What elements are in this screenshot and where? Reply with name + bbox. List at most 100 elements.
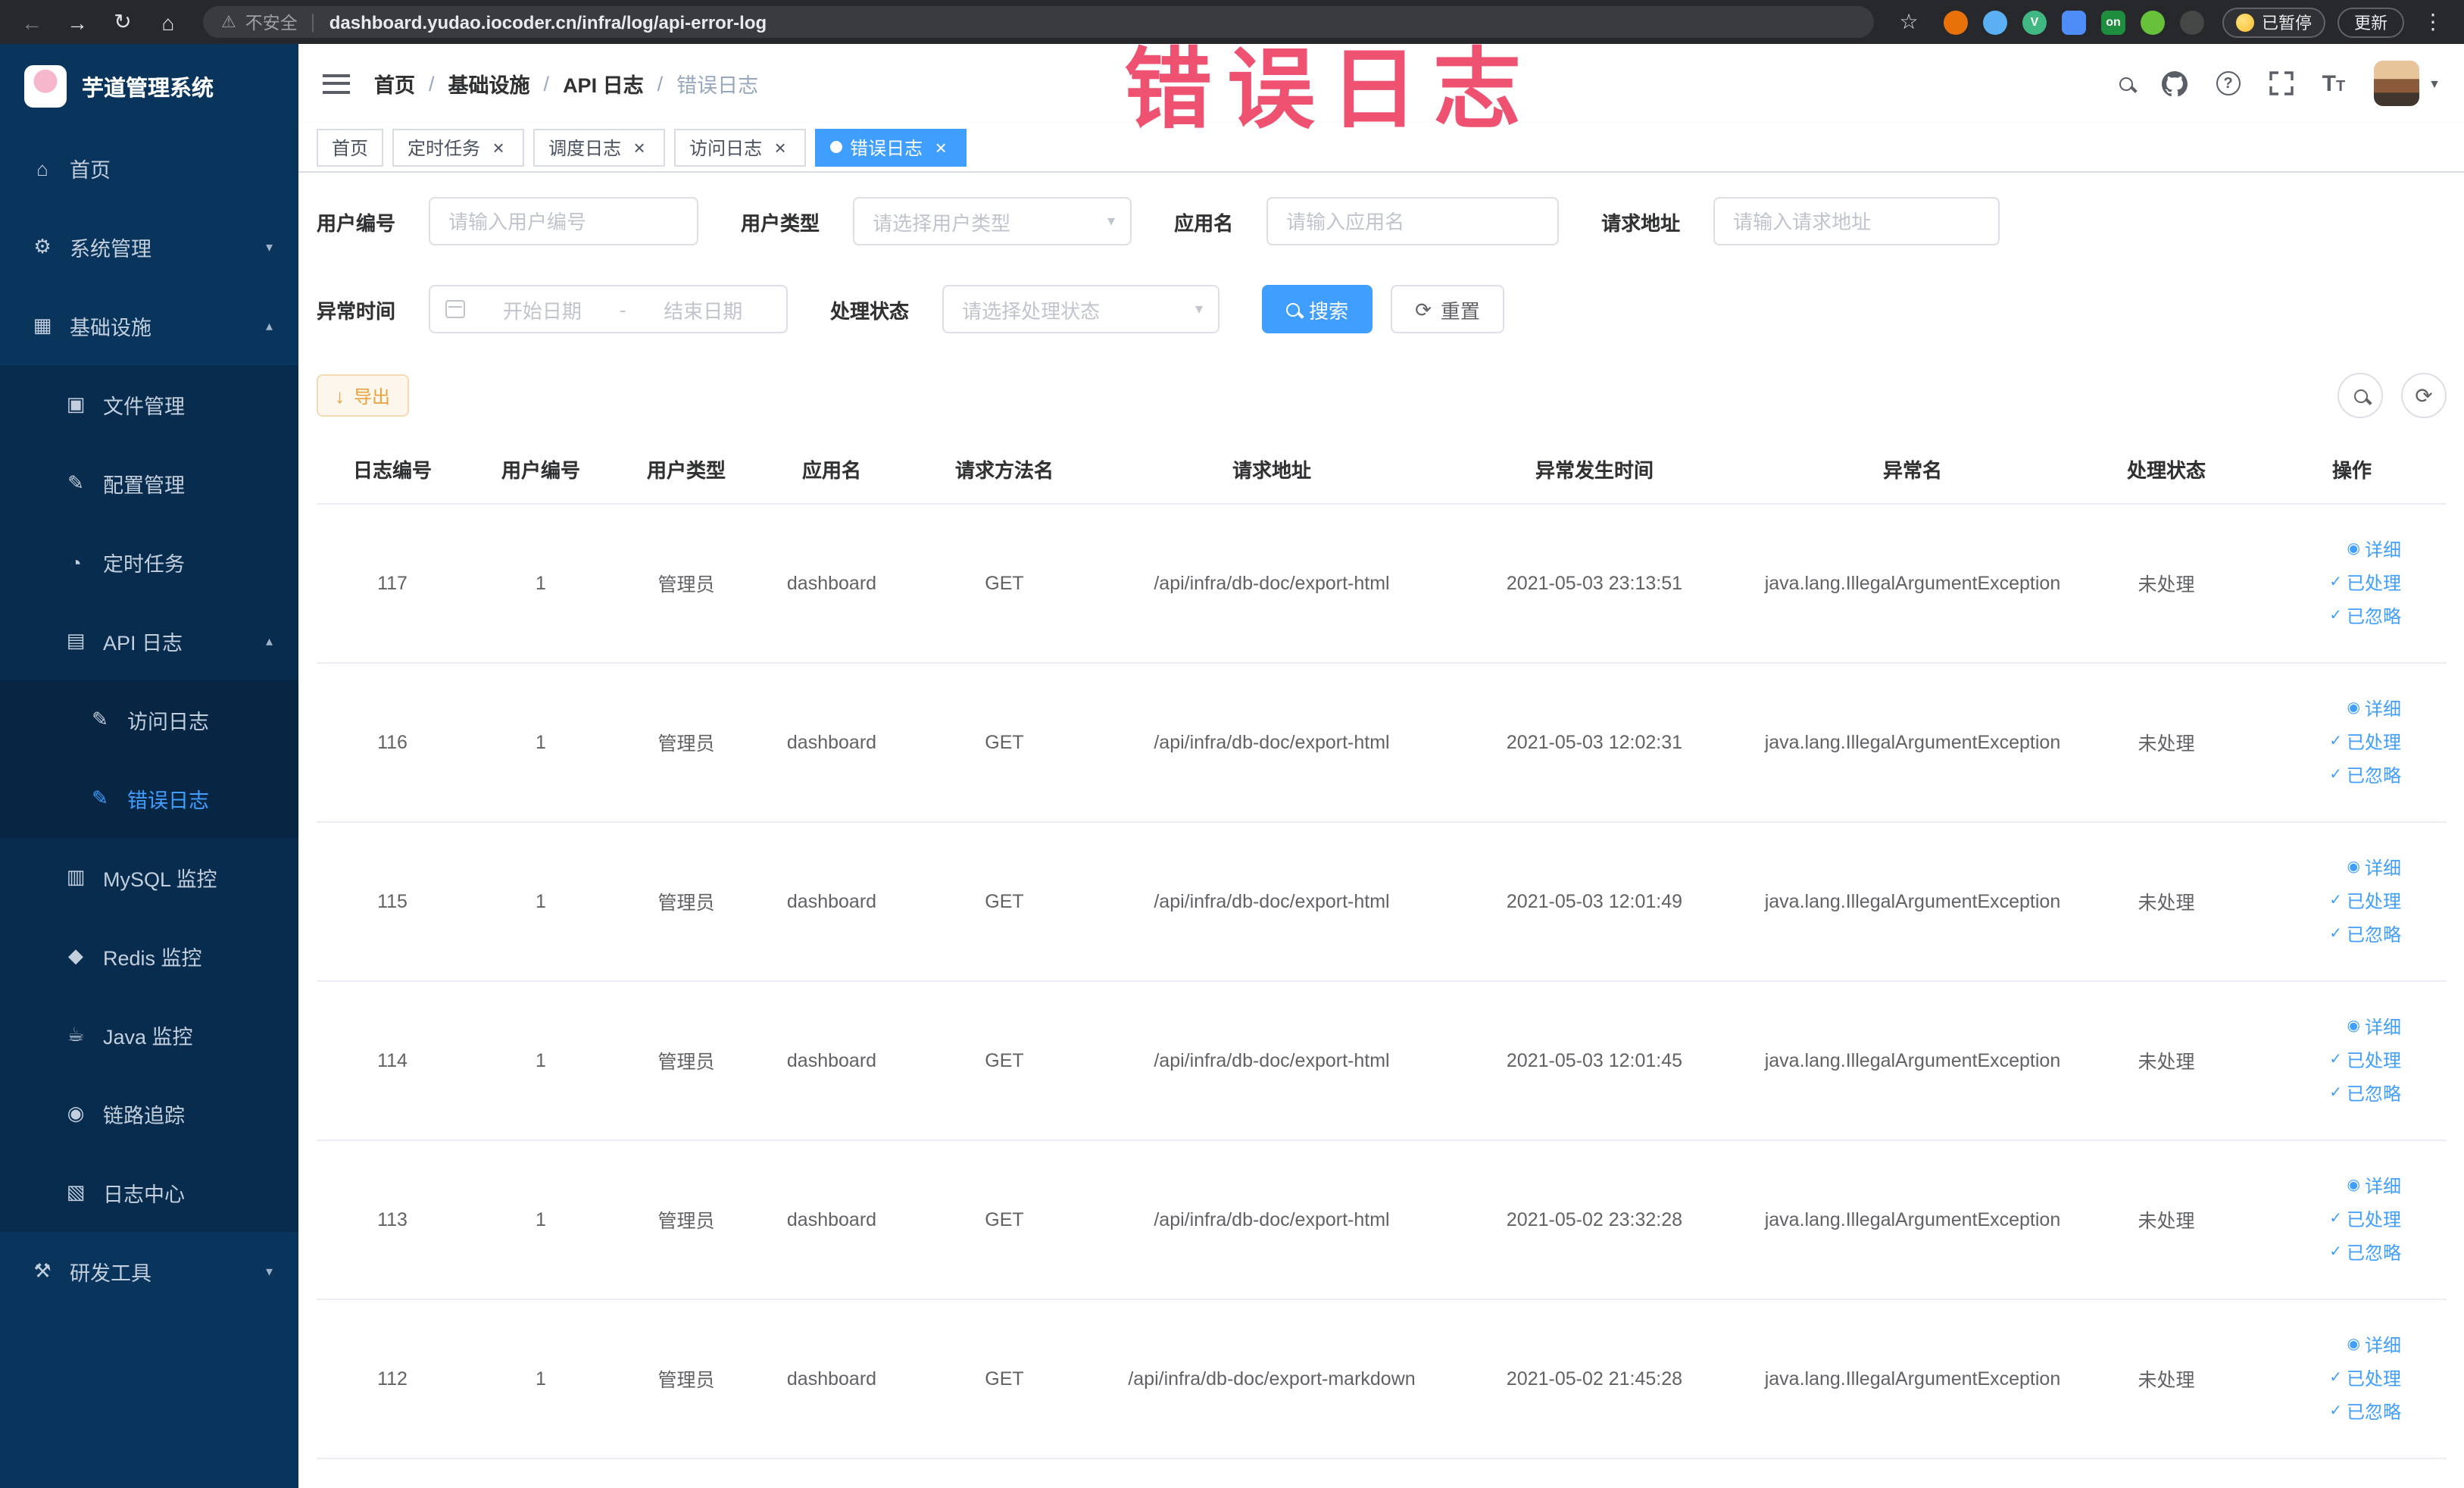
action-detail[interactable]: ◉ 详细 <box>2266 851 2402 884</box>
action-ignored[interactable]: ✓ 已忽略 <box>2266 599 2401 633</box>
action-label: 已忽略 <box>2346 1083 2401 1104</box>
tab-access-log[interactable]: 访问日志 × <box>674 128 807 166</box>
user-type-select[interactable]: 请选择用户类型 ▾ <box>853 197 1132 245</box>
action-ignored[interactable]: ✓ 已忽略 <box>2266 917 2401 951</box>
breadcrumb-item[interactable]: API 日志 <box>563 68 644 98</box>
cell-exception-name: java.lang.IllegalArgumentException <box>1750 821 2075 981</box>
paused-extension-badge[interactable]: 已暂停 <box>2222 7 2325 37</box>
extension-dark-icon[interactable] <box>2180 10 2204 34</box>
breadcrumb-item[interactable]: 基础设施 <box>448 68 530 98</box>
extension-blue-icon[interactable] <box>1983 10 2007 34</box>
sidebar-item-label: MySQL 监控 <box>103 868 217 891</box>
sidebar-item-trace[interactable]: ◉ 链路追踪 <box>0 1074 298 1153</box>
sidebar-item-job[interactable]: ◔ 定时任务 <box>0 523 298 602</box>
toggle-search-button[interactable] <box>2338 373 2383 418</box>
sidebar-item-redis[interactable]: ◆ Redis 监控 <box>0 917 298 996</box>
app-name-input[interactable] <box>1266 197 1560 245</box>
address-bar[interactable]: ⚠ 不安全 dashboard.yudao.iocoder.cn/infra/l… <box>203 6 1874 38</box>
security-label: 不安全 <box>245 14 298 33</box>
hamburger-icon[interactable] <box>323 73 350 93</box>
action-ignored[interactable]: ✓ 已忽略 <box>2266 1395 2401 1428</box>
check-icon: ✓ <box>2329 607 2342 624</box>
close-icon[interactable]: × <box>488 136 509 158</box>
sidebar-item-error-log[interactable]: ✎ 错误日志 <box>0 759 298 838</box>
browser-menu-dots-icon[interactable]: ⋮ <box>2416 5 2450 39</box>
cell-user-id: 1 <box>468 503 614 663</box>
extension-orange-icon[interactable] <box>1944 10 1968 34</box>
action-detail[interactable]: ◉ 详细 <box>2266 692 2402 725</box>
github-icon[interactable] <box>2161 70 2188 96</box>
process-status-select[interactable]: 请选择处理状态 ▾ <box>942 285 1220 333</box>
chevron-down-icon: ▾ <box>1107 213 1116 230</box>
action-detail[interactable]: ◉ 详细 <box>2266 1328 2402 1361</box>
extension-vue-devtools-icon[interactable]: V <box>2022 10 2047 34</box>
bookmark-star-icon[interactable]: ☆ <box>1892 5 1925 39</box>
action-processed[interactable]: ✓ 已处理 <box>2266 1361 2401 1395</box>
extension-proxy-on-icon[interactable]: on <box>2101 10 2125 34</box>
close-icon[interactable]: × <box>770 136 791 158</box>
search-button[interactable]: 搜索 <box>1262 285 1373 333</box>
user-menu[interactable]: ▼ <box>2374 61 2441 106</box>
close-icon[interactable]: × <box>629 136 650 158</box>
fullscreen-icon[interactable] <box>2269 71 2294 95</box>
action-processed[interactable]: ✓ 已处理 <box>2266 566 2401 599</box>
action-detail[interactable]: ◉ 详细 <box>2266 1010 2402 1043</box>
reload-icon[interactable]: ↻ <box>106 5 139 39</box>
tab-job[interactable]: 定时任务 × <box>392 128 525 166</box>
action-label: 详细 <box>2364 698 2401 719</box>
app-logo[interactable]: 芋道管理系统 <box>0 44 298 129</box>
sidebar-menu: ⌂ 首页 ⚙ 系统管理 ▾ ▦ 基础设施 ▴ ▣ 文件管理 ✎ 配置管理 ◔ 定时任务 ▤ API 日志 ▴ ✎ 访… <box>0 129 298 1488</box>
action-label: 详细 <box>2364 857 2401 878</box>
update-button[interactable]: 更新 <box>2338 7 2404 37</box>
home-icon[interactable]: ⌂ <box>151 5 185 39</box>
help-icon[interactable]: ? <box>2216 71 2241 95</box>
action-detail[interactable]: ◉ 详细 <box>2266 533 2402 566</box>
sidebar-item-infra[interactable]: ▦ 基础设施 ▴ <box>0 286 298 365</box>
cell-exception-time: 2021-05-02 23:32:28 <box>1439 1139 1750 1299</box>
sidebar-item-devtools[interactable]: ⚒ 研发工具 ▾ <box>0 1232 298 1311</box>
back-icon[interactable]: ← <box>15 5 48 39</box>
action-ignored[interactable]: ✓ 已忽略 <box>2266 1077 2401 1110</box>
chevron-up-icon: ▴ <box>265 633 273 648</box>
tab-job-log[interactable]: 调度日志 × <box>533 128 666 166</box>
tab-home[interactable]: 首页 <box>317 128 384 166</box>
action-ignored[interactable]: ✓ 已忽略 <box>2266 1236 2401 1269</box>
sidebar-item-system[interactable]: ⚙ 系统管理 ▾ <box>0 208 298 286</box>
action-ignored[interactable]: ✓ 已忽略 <box>2266 758 2401 792</box>
search-icon <box>2353 389 2367 402</box>
emoji-icon <box>2236 13 2254 31</box>
action-processed[interactable]: ✓ 已处理 <box>2266 884 2401 917</box>
sidebar-item-api-log[interactable]: ▤ API 日志 ▴ <box>0 602 298 680</box>
user-id-input[interactable] <box>429 197 699 245</box>
font-size-icon[interactable]: TT <box>2322 72 2346 95</box>
tab-error-log[interactable]: 错误日志 × <box>815 128 967 166</box>
url-text: dashboard.yudao.iocoder.cn/infra/log/api… <box>329 11 767 33</box>
breadcrumb-item[interactable]: 首页 <box>374 68 415 98</box>
date-range-picker[interactable]: 开始日期 - 结束日期 <box>429 285 789 333</box>
sidebar-item-config[interactable]: ✎ 配置管理 <box>0 444 298 523</box>
action-processed[interactable]: ✓ 已处理 <box>2266 1043 2401 1077</box>
cell-exception-time: 2021-05-03 12:02:31 <box>1439 662 1750 822</box>
action-processed[interactable]: ✓ 已处理 <box>2266 725 2401 758</box>
action-detail[interactable]: ◉ 详细 <box>2266 1169 2402 1202</box>
export-button[interactable]: ↓ 导出 <box>317 374 409 417</box>
close-icon[interactable]: × <box>930 136 951 158</box>
extension-grid-icon[interactable] <box>2062 10 2086 34</box>
request-url-input[interactable] <box>1713 197 2000 245</box>
refresh-table-button[interactable]: ⟳ <box>2401 373 2447 418</box>
browser-toolbar: ← → ↻ ⌂ ⚠ 不安全 dashboard.yudao.iocoder.cn… <box>0 0 2464 44</box>
reset-button[interactable]: ⟳ 重置 <box>1391 285 1504 333</box>
sidebar-item-log-center[interactable]: ▧ 日志中心 <box>0 1153 298 1232</box>
sidebar-item-java[interactable]: ☕ Java 监控 <box>0 996 298 1074</box>
sidebar-item-access-log[interactable]: ✎ 访问日志 <box>0 680 298 759</box>
cell-status: 未处理 <box>2075 503 2257 663</box>
search-icon[interactable] <box>2119 77 2133 90</box>
action-processed[interactable]: ✓ 已处理 <box>2266 1202 2401 1236</box>
cell-exception-name: java.lang.IllegalArgumentException <box>1750 503 2075 663</box>
extension-green-icon[interactable] <box>2141 10 2165 34</box>
sidebar-item-file[interactable]: ▣ 文件管理 <box>0 365 298 444</box>
sidebar-item-mysql[interactable]: ▥ MySQL 监控 <box>0 838 298 917</box>
cell-actions: ◉ 详细 ✓ 已处理 ✓ 已忽略 <box>2257 662 2447 822</box>
forward-icon[interactable]: → <box>61 5 94 39</box>
sidebar-item-home[interactable]: ⌂ 首页 <box>0 129 298 208</box>
